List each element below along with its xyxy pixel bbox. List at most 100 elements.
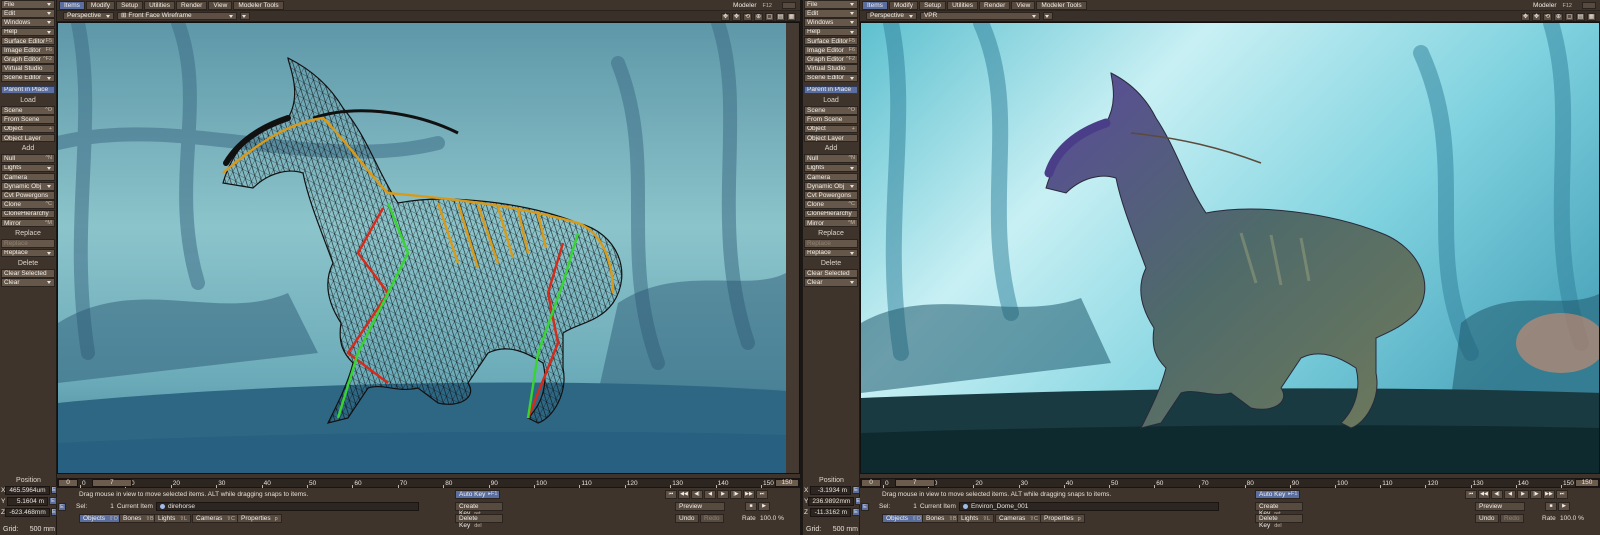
menu-button-file[interactable]: File — [804, 0, 858, 9]
timeline-slider[interactable]: 0010203040506070809010011012013014015071… — [860, 478, 1600, 488]
fast-forward-icon[interactable]: ▶▶ — [1543, 490, 1555, 499]
play-reverse-icon[interactable]: ◀ — [1504, 490, 1516, 499]
play-icon[interactable]: ▶ — [1517, 490, 1529, 499]
menu-button-replace[interactable]: Replace — [1, 239, 55, 248]
menu-button-cvt-powergons[interactable]: Cvt Powergons — [804, 191, 858, 200]
menu-button-image-editor[interactable]: Image Editor F6 — [804, 45, 858, 55]
menu-button-from-scene[interactable]: From Scene — [1, 115, 55, 125]
envelope-z-button[interactable]: E — [852, 508, 860, 516]
position-z-field[interactable]: -11.3162 m — [810, 507, 851, 517]
menu-button-help[interactable]: Help — [1, 27, 55, 37]
menu-button-camera[interactable]: Camera — [804, 172, 858, 182]
move-icon[interactable]: ✥ — [1521, 12, 1530, 21]
auto-key-button[interactable]: Auto Key ▸F1 — [455, 490, 501, 499]
last-frame-icon[interactable]: ⏭ — [756, 490, 768, 499]
current-item-dropdown[interactable]: direhorse — [155, 502, 419, 511]
menu-button-dynamic-obj[interactable]: Dynamic Obj — [804, 182, 858, 191]
view-type-dropdown[interactable]: Perspective — [866, 12, 917, 20]
item-type-properties[interactable]: Properties p — [1040, 514, 1085, 523]
layout-icon[interactable]: ▤ — [776, 12, 785, 21]
menu-button-lights[interactable]: Lights — [1, 163, 55, 173]
menu-button-mirror[interactable]: Mirror ^M — [804, 218, 858, 228]
render-mode-dropdown[interactable]: ⊞ Front Face Wireframe — [116, 12, 237, 20]
position-y-field[interactable]: 236.9892mm — [808, 496, 855, 506]
render-mode-dropdown[interactable]: VPR — [919, 12, 1040, 20]
timeline-slider[interactable]: 0010203040506070809010011012013014015071… — [57, 478, 800, 488]
move-icon[interactable]: ✥ — [721, 12, 730, 21]
rotate-icon[interactable]: ⟲ — [1543, 12, 1552, 21]
envelope-button[interactable]: E — [861, 502, 869, 511]
fast-forward-icon[interactable]: ▶▶ — [743, 490, 755, 499]
menu-button-graph-editor[interactable]: Graph Editor ^F2 — [1, 55, 55, 64]
viewport-options-dropdown[interactable] — [1042, 12, 1053, 20]
menu-button-clear-selected[interactable]: Clear Selected — [804, 269, 858, 278]
parent-in-place-toggle[interactable]: Parent in Place — [1, 85, 55, 95]
menu-button-dynamic-obj[interactable]: Dynamic Obj — [1, 182, 55, 191]
menu-button-help[interactable]: Help — [804, 27, 858, 37]
modeler-button[interactable]: Modeler F12 — [729, 1, 776, 10]
rewind-icon[interactable]: ◀◀ — [678, 490, 690, 499]
item-type-cameras[interactable]: Cameras ⇧C — [192, 514, 239, 523]
stop-icon[interactable]: ■ — [1545, 502, 1557, 511]
rotate-icon[interactable]: ⟲ — [743, 12, 752, 21]
first-frame-icon[interactable]: ⏮ — [665, 490, 677, 499]
menu-button-surface-editor[interactable]: Surface Editor F5 — [1, 36, 55, 46]
menu-button-scene-editor[interactable]: Scene Editor — [1, 73, 55, 83]
play-icon[interactable]: ▶ — [758, 502, 770, 511]
grid-icon[interactable]: ▦ — [1587, 12, 1596, 21]
tab-modify[interactable]: Modify — [85, 0, 116, 10]
menu-button-replace[interactable]: Replace — [804, 239, 858, 248]
menu-button-object-layer[interactable]: Object Layer — [804, 133, 858, 143]
tab-modify[interactable]: Modify — [888, 0, 919, 10]
tab-modeler-tools[interactable]: Modeler Tools — [233, 0, 284, 10]
item-type-objects[interactable]: Objects ⇧O — [79, 514, 122, 523]
menu-button-clonehierarchy[interactable]: CloneHierarchy — [1, 209, 55, 219]
tab-setup[interactable]: Setup — [919, 0, 947, 10]
zoom-icon[interactable]: ⊕ — [754, 12, 763, 21]
stop-icon[interactable]: ■ — [745, 502, 757, 511]
menu-button-scene[interactable]: Scene ^O — [1, 106, 55, 115]
rewind-icon[interactable]: ◀◀ — [1478, 490, 1490, 499]
item-type-properties[interactable]: Properties p — [237, 514, 282, 523]
play-icon[interactable]: ▶ — [1558, 502, 1570, 511]
end-frame-field[interactable]: 150 — [1575, 479, 1599, 487]
position-z-field[interactable]: -623.468mm — [5, 507, 50, 517]
menu-button-object[interactable]: Object + — [804, 124, 858, 134]
menu-button-graph-editor[interactable]: Graph Editor ^F2 — [804, 55, 858, 64]
tab-render[interactable]: Render — [176, 0, 208, 10]
current-frame-slider[interactable]: 7 — [91, 479, 132, 487]
menu-button-windows[interactable]: Windows — [1, 18, 55, 27]
position-x-field[interactable]: -3.1934 m — [810, 485, 851, 495]
move-icon[interactable]: ✥ — [1532, 12, 1541, 21]
viewport-options-dropdown[interactable] — [239, 12, 250, 20]
play-reverse-icon[interactable]: ◀ — [704, 490, 716, 499]
tab-utilities[interactable]: Utilities — [144, 0, 176, 10]
item-type-bones[interactable]: Bones ⇧B — [922, 514, 961, 523]
current-item-dropdown[interactable]: Environ_Dome_001 — [958, 502, 1219, 511]
item-type-cameras[interactable]: Cameras ⇧C — [995, 514, 1042, 523]
zoom-icon[interactable]: ⊕ — [1554, 12, 1563, 21]
tab-utilities[interactable]: Utilities — [947, 0, 979, 10]
item-type-lights[interactable]: Lights ⇧L — [957, 514, 995, 523]
maximize-icon[interactable]: ▢ — [1565, 12, 1574, 21]
position-x-field[interactable]: 465.5964um — [5, 485, 50, 495]
play-icon[interactable]: ▶ — [717, 490, 729, 499]
current-frame-slider[interactable]: 7 — [894, 479, 935, 487]
undo-button[interactable]: Undo — [675, 514, 699, 523]
menu-button-scene-editor[interactable]: Scene Editor — [804, 73, 858, 83]
auto-key-button[interactable]: Auto Key ▸F1 — [1255, 490, 1301, 499]
viewport-vpr-render[interactable] — [860, 22, 1600, 474]
tab-view[interactable]: View — [208, 0, 233, 10]
menu-button-cvt-powergons[interactable]: Cvt Powergons — [1, 191, 55, 200]
menu-button-surface-editor[interactable]: Surface Editor F5 — [804, 36, 858, 46]
tab-view[interactable]: View — [1011, 0, 1036, 10]
delete-key-button[interactable]: Delete Key del — [455, 514, 503, 529]
menu-button-replace[interactable]: Replace — [804, 248, 858, 258]
redo-button[interactable]: Redo — [1500, 514, 1524, 523]
tab-setup[interactable]: Setup — [116, 0, 144, 10]
modeler-button[interactable]: Modeler F12 — [1529, 1, 1576, 10]
start-frame-field[interactable]: 0 — [58, 479, 78, 487]
menu-button-image-editor[interactable]: Image Editor F6 — [1, 45, 55, 55]
grid-icon[interactable]: ▦ — [787, 12, 796, 21]
layout-icon[interactable]: ▤ — [1576, 12, 1585, 21]
